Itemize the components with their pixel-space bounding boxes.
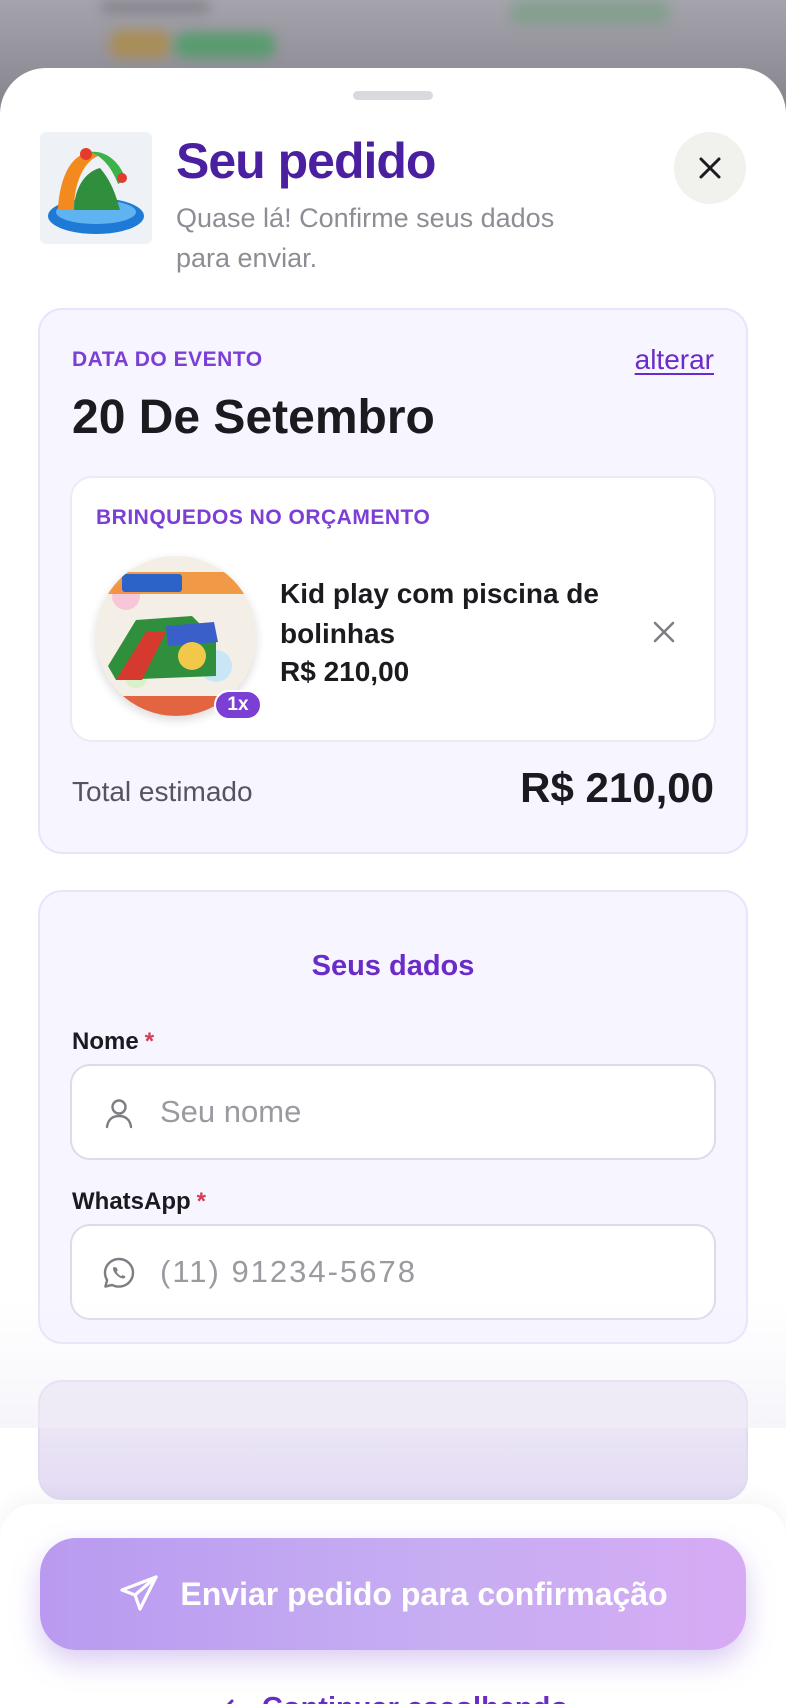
customer-form-card: Seus dados Nome* WhatsApp* [38,890,748,1344]
total-label: Total estimado [72,776,253,807]
required-mark: * [196,1188,206,1215]
order-bottom-sheet: Seu pedido Quase lá! Confirme seus dados… [0,68,786,1704]
chevron-left-icon [226,1699,234,1704]
close-button[interactable] [674,132,746,204]
continue-shopping-label: Continuar escolhendo [262,1692,568,1704]
send-order-label: Enviar pedido para confirmação [180,1575,668,1612]
required-mark: * [144,1028,155,1055]
name-label-text: Nome [72,1028,139,1055]
name-input[interactable] [160,1086,680,1138]
change-date-link[interactable]: alterar [635,344,714,376]
name-field-label: Nome * [72,1028,154,1056]
whatsapp-icon [103,1257,135,1288]
page-subtitle: Quase lá! Confirme seus dados para envia… [176,203,555,273]
form-title: Seus dados [311,950,475,982]
total-value: R$ 210,00 [520,764,714,811]
continue-shopping-link[interactable]: Continuar escolhendo [0,1692,786,1704]
scroll-fade [0,1298,786,1428]
product-thumbnail [40,132,152,244]
item-quantity-badge: 1x [214,690,262,720]
event-date: 20 De Setembro [72,391,435,444]
close-icon [699,157,721,179]
whatsapp-field-label: WhatsApp * [72,1188,206,1216]
send-order-button[interactable]: Enviar pedido para confirmação [40,1538,746,1650]
send-icon [120,1575,158,1611]
whatsapp-label-text: WhatsApp [72,1188,191,1215]
close-icon [653,621,675,643]
user-icon [105,1099,133,1129]
sticky-footer: Enviar pedido para confirmação Continuar… [0,1504,786,1704]
sheet-drag-handle[interactable] [353,91,433,100]
name-field[interactable] [70,1064,716,1160]
event-date-label: DATA DO EVENTO [72,348,263,371]
item-price: R$ 210,00 [280,656,410,687]
items-list: BRINQUEDOS NO ORÇAMENTO 1x Kid play com … [70,476,716,742]
remove-item-button[interactable] [644,612,684,652]
items-section-label: BRINQUEDOS NO ORÇAMENTO [96,506,431,529]
order-summary-card: DATA DO EVENTO alterar 20 De Setembro BR… [38,308,748,854]
whatsapp-input[interactable] [160,1246,680,1298]
item-name: Kid play com piscina de bolinhas [280,578,599,649]
page-title: Seu pedido [176,133,436,189]
